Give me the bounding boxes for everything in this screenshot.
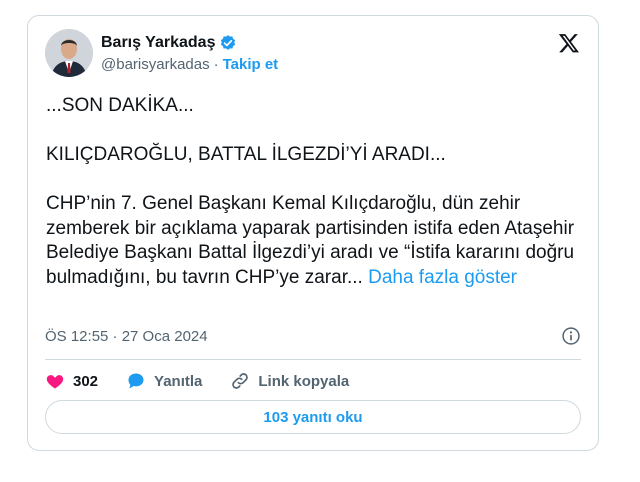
like-count: 302 — [73, 372, 99, 390]
author-handle[interactable]: @barisyarkadas — [101, 56, 210, 73]
tweet-line-subheadline: KILIÇDAROĞLU, BATTAL İLGEZDİ’Yİ ARADI... — [46, 144, 446, 165]
info-icon[interactable] — [561, 326, 581, 346]
reply-button[interactable]: Yanıtla — [126, 371, 202, 391]
verified-badge-icon — [219, 34, 237, 52]
reply-label: Yanıtla — [154, 372, 203, 390]
like-button[interactable]: 302 — [45, 371, 98, 391]
author-name-row: Barış Yarkadaş — [101, 34, 237, 52]
tweet-line-headline: ...SON DAKİKA... — [46, 95, 194, 116]
copy-link-label: Link kopyala — [258, 372, 350, 390]
action-bar: 302 Yanıtla Link kopyala — [45, 371, 377, 391]
tweet-card: Barış Yarkadaş @barisyarkadas · Takip et… — [27, 15, 599, 451]
heart-icon — [46, 375, 64, 389]
divider — [45, 359, 581, 360]
handle-separator: · — [213, 56, 219, 73]
show-more-link[interactable]: Daha fazla göster — [368, 267, 517, 288]
tweet-timestamp[interactable]: ÖS 12:55 · 27 Oca 2024 — [45, 328, 208, 345]
follow-button[interactable]: Takip et — [223, 56, 279, 73]
copy-link-button[interactable]: Link kopyala — [230, 371, 349, 391]
tweet-text: ...SON DAKİKA... KILIÇDAROĞLU, BATTAL İL… — [46, 94, 586, 290]
read-replies-button[interactable]: 103 yanıtı oku — [45, 400, 581, 434]
author-name[interactable]: Barış Yarkadaş — [101, 34, 215, 52]
author-handle-row: @barisyarkadas · Takip et — [101, 56, 278, 73]
reply-bubble-icon — [128, 373, 144, 389]
avatar[interactable] — [45, 29, 93, 77]
x-logo-icon[interactable] — [558, 32, 580, 54]
link-icon — [232, 373, 249, 389]
